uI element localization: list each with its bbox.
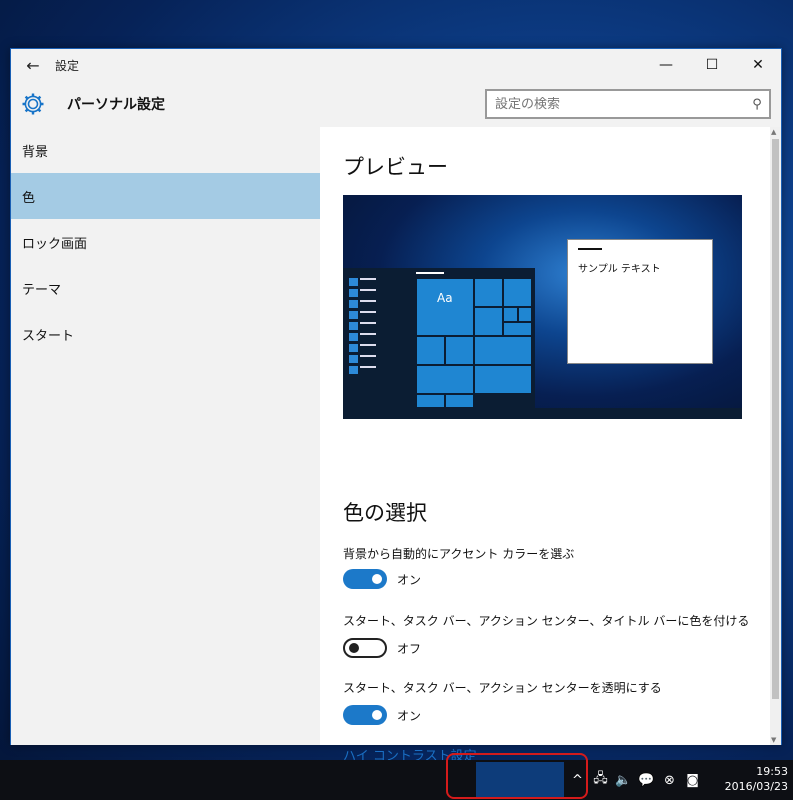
page-header: パーソナル設定 ⚲ bbox=[11, 81, 781, 127]
page-title: パーソナル設定 bbox=[67, 97, 165, 113]
taskbar-clock[interactable]: 19:53 2016/03/23 bbox=[708, 764, 788, 794]
back-button[interactable]: ← bbox=[11, 49, 55, 81]
window-title: 設定 bbox=[55, 58, 80, 73]
sidebar: 背景 色 ロック画面 テーマ スタート bbox=[11, 127, 320, 745]
setting-label-color-bars: スタート、タスク バー、アクション センター、タイトル バーに色を付ける bbox=[343, 614, 750, 628]
search-input[interactable] bbox=[487, 96, 745, 112]
preview-image: Aa サンプル テキスト bbox=[343, 195, 742, 419]
scrollbar[interactable]: ▲ ▼ bbox=[770, 127, 781, 745]
setting-label-auto-accent: 背景から自動的にアクセント カラーを選ぶ bbox=[343, 547, 575, 561]
close-circle-icon[interactable]: ⊗ bbox=[658, 773, 681, 788]
gear-icon bbox=[11, 92, 55, 116]
sidebar-item-lock-screen[interactable]: ロック画面 bbox=[11, 219, 320, 265]
close-button[interactable]: ✕ bbox=[735, 49, 781, 81]
scroll-up-icon[interactable]: ▲ bbox=[771, 128, 776, 136]
setting-label-transparency: スタート、タスク バー、アクション センターを透明にする bbox=[343, 681, 662, 695]
notification-icon[interactable]: 💬 bbox=[635, 773, 658, 788]
window-controls: — ☐ ✕ bbox=[643, 49, 781, 81]
search-icon[interactable]: ⚲ bbox=[745, 97, 769, 112]
toggle-transparency[interactable] bbox=[343, 705, 387, 725]
toggle-row-auto-accent: オン bbox=[343, 569, 421, 589]
sidebar-item-start[interactable]: スタート bbox=[11, 311, 320, 357]
content-pane: プレビュー Aa サンプル テキスト 色の選択 背景から自動的にアクセント カラ… bbox=[320, 127, 772, 764]
toggle-state-transparency: オン bbox=[397, 708, 422, 723]
preview-start-menu: Aa bbox=[343, 268, 535, 408]
toggle-row-transparency: オン bbox=[343, 705, 421, 725]
color-heading: 色の選択 bbox=[343, 501, 427, 525]
sidebar-item-themes[interactable]: テーマ bbox=[11, 265, 320, 311]
back-arrow-icon: ← bbox=[26, 55, 40, 75]
sidebar-item-background[interactable]: 背景 bbox=[11, 127, 320, 173]
title-bar: ← 設定 — ☐ ✕ bbox=[11, 49, 781, 81]
preview-window: サンプル テキスト bbox=[567, 239, 713, 364]
preview-heading: プレビュー bbox=[343, 155, 448, 179]
search-box[interactable]: ⚲ bbox=[485, 89, 771, 119]
settings-window: ← 設定 — ☐ ✕ パーソナル設定 ⚲ 背景 色 ロック画面 テーマ スタート… bbox=[10, 48, 782, 764]
toggle-auto-accent[interactable] bbox=[343, 569, 387, 589]
preview-sample-text: サンプル テキスト bbox=[578, 264, 661, 275]
chevron-up-icon[interactable]: ^ bbox=[566, 773, 589, 788]
preview-tile-label: Aa bbox=[416, 278, 474, 336]
network-icon[interactable]: 🖧 bbox=[589, 769, 612, 791]
sidebar-item-colors[interactable]: 色 bbox=[11, 173, 320, 219]
maximize-button[interactable]: ☐ bbox=[689, 49, 735, 81]
toggle-state-color-bars: オフ bbox=[397, 641, 422, 656]
clock-time: 19:53 bbox=[756, 765, 788, 778]
toggle-row-color-bars: オフ bbox=[343, 638, 421, 658]
volume-icon[interactable]: 🔈 bbox=[612, 773, 635, 788]
system-tray: ^ 🖧 🔈 💬 ⊗ ◙ bbox=[566, 760, 704, 800]
app-tray-icon[interactable]: ◙ bbox=[681, 773, 704, 788]
toggle-color-bars[interactable] bbox=[343, 638, 387, 658]
preview-taskbar bbox=[343, 408, 742, 419]
minimize-button[interactable]: — bbox=[643, 49, 689, 81]
toggle-state-auto-accent: オン bbox=[397, 572, 422, 587]
scroll-down-icon[interactable]: ▼ bbox=[771, 736, 776, 744]
scrollbar-thumb[interactable] bbox=[772, 139, 779, 699]
clock-date: 2016/03/23 bbox=[724, 780, 788, 793]
